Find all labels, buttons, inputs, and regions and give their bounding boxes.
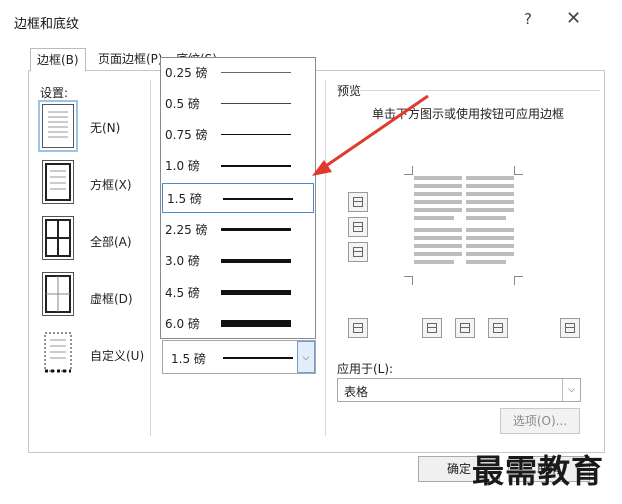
setting-box-icon[interactable]	[42, 160, 74, 204]
help-icon[interactable]: ?	[524, 10, 532, 28]
width-option-label: 1.0 磅	[165, 159, 200, 173]
setting-none-icon[interactable]	[38, 100, 78, 152]
tab-borders[interactable]: 边框(B)	[30, 48, 86, 72]
diagonal-up-button[interactable]	[560, 318, 580, 338]
width-option-label: 0.75 磅	[165, 128, 208, 142]
options-button[interactable]: 选项(O)...	[500, 408, 580, 434]
line-sample	[221, 103, 291, 104]
virtual-grid-icon	[45, 275, 71, 313]
width-option[interactable]: 6.0 磅	[161, 309, 315, 337]
apply-to-label: 应用于(L):	[337, 362, 394, 376]
width-option-label: 4.5 磅	[165, 286, 200, 300]
width-dropdown-list[interactable]: 0.25 磅 0.5 磅 0.75 磅 1.0 磅 1.5 磅 2.25 磅 3…	[160, 57, 316, 339]
red-arrow-annotation	[312, 94, 429, 176]
width-option-selected[interactable]: 1.5 磅	[162, 183, 314, 213]
right-border-button[interactable]	[488, 318, 508, 338]
left-border-button[interactable]	[422, 318, 442, 338]
width-option[interactable]: 1.0 磅	[161, 151, 315, 179]
width-option[interactable]: 2.25 磅	[161, 215, 315, 243]
inside-vertical-border-button[interactable]	[455, 318, 475, 338]
inside-horizontal-border-button[interactable]	[348, 217, 368, 237]
crop-mark	[514, 166, 523, 175]
diagonal-down-button[interactable]	[348, 318, 368, 338]
apply-to-value: 表格	[344, 385, 369, 399]
width-option-label: 1.5 磅	[167, 192, 202, 206]
setting-box-label[interactable]: 方框(X)	[90, 176, 132, 193]
custom-border-icon	[44, 332, 72, 373]
line-sample	[221, 165, 291, 167]
divider	[150, 80, 151, 436]
apply-to-select[interactable]: 表格 ⌵	[337, 378, 581, 402]
dialog-title: 边框和底纹	[14, 17, 80, 32]
close-icon[interactable]: ✕	[566, 8, 581, 29]
line-sample	[221, 72, 291, 73]
setting-custom-label[interactable]: 自定义(U)	[90, 347, 144, 364]
crop-mark	[404, 276, 413, 285]
width-option[interactable]: 0.5 磅	[161, 89, 315, 117]
width-option-label: 2.25 磅	[165, 223, 208, 237]
bottom-border-button[interactable]	[348, 242, 368, 262]
width-combo[interactable]: 1.5 磅 ⌵	[162, 340, 316, 374]
watermark-logo: 最需教育	[472, 452, 605, 490]
line-sample	[221, 320, 291, 327]
width-option-label: 0.25 磅	[165, 66, 208, 80]
crop-mark	[514, 276, 523, 285]
width-option-label: 3.0 磅	[165, 254, 200, 268]
grid-border-icon	[45, 219, 71, 257]
line-sample	[223, 357, 293, 359]
line-sample	[221, 259, 291, 263]
line-sample	[221, 290, 291, 295]
line-sample	[221, 134, 291, 135]
chevron-down-icon[interactable]: ⌵	[297, 341, 315, 373]
width-option[interactable]: 3.0 磅	[161, 246, 315, 274]
setting-all-label[interactable]: 全部(A)	[90, 233, 132, 250]
setting-grid-icon[interactable]	[42, 272, 74, 316]
line-sample	[223, 198, 293, 200]
setting-all-icon[interactable]	[42, 216, 74, 260]
box-border-icon	[45, 163, 71, 201]
settings-heading: 设置:	[40, 86, 69, 100]
width-option[interactable]: 0.25 磅	[161, 58, 315, 86]
width-option-label: 0.5 磅	[165, 97, 200, 111]
setting-none-label[interactable]: 无(N)	[90, 119, 120, 136]
width-option-label: 6.0 磅	[165, 317, 200, 331]
setting-custom-icon[interactable]	[42, 330, 74, 374]
width-option[interactable]: 4.5 磅	[161, 278, 315, 306]
setting-grid-label[interactable]: 虚框(D)	[90, 290, 133, 307]
tab-page-border[interactable]: 页面边框(P)	[92, 48, 169, 70]
width-combo-value: 1.5 磅	[171, 352, 206, 366]
preview-divider	[360, 90, 600, 91]
chevron-down-icon[interactable]: ⌵	[562, 379, 580, 401]
width-option[interactable]: 0.75 磅	[161, 120, 315, 148]
page-lines-icon	[48, 111, 68, 138]
line-sample	[221, 228, 291, 231]
top-border-button[interactable]	[348, 192, 368, 212]
